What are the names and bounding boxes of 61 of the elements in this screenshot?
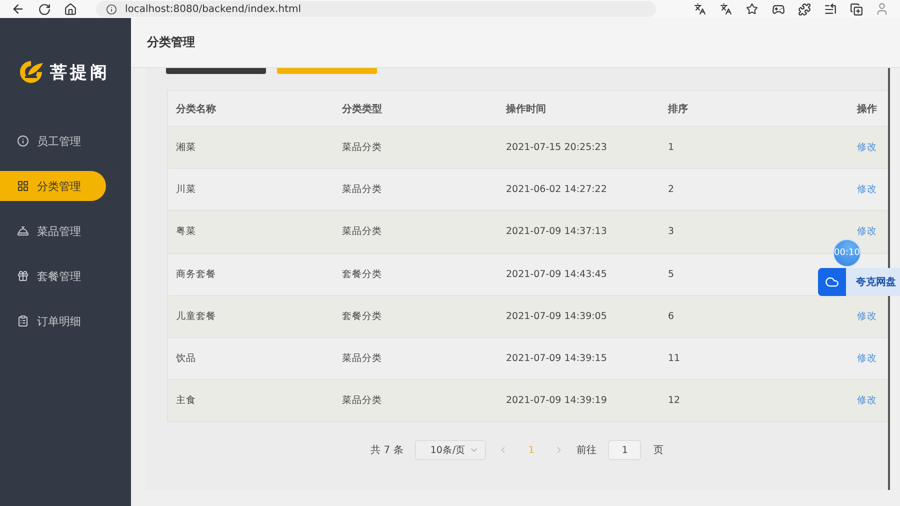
column-header: 分类名称 [174,102,217,116]
sidebar-item[interactable]: 分类管理 [0,171,106,201]
menu-icon [17,180,29,192]
table-cell-text: 2021-07-09 14:39:05 [505,310,608,322]
table-cell-text: 2021-07-09 14:39:15 [505,353,608,364]
table-cell-text: 菜品分类 [341,141,383,154]
sidebar-item[interactable]: 菜品管理 [0,216,106,246]
home-icon[interactable] [62,1,78,17]
goto-page-field[interactable]: 1 [608,440,642,460]
collections-icon[interactable] [848,1,864,17]
page-size-select[interactable]: 10条/页 [415,440,486,460]
page-unit: 页 [653,444,664,458]
menu-icon [17,315,29,327]
sidebar-item[interactable]: 套餐管理 [0,261,106,291]
table-cell-text: 主食 [175,394,197,408]
total-count: 共 7 条 [370,444,404,458]
column-header: 操作时间 [504,102,547,116]
sidebar-item[interactable]: 员工管理 [0,126,106,156]
column-header: 分类类型 [340,102,383,116]
favorite-icon[interactable] [744,1,760,17]
table-cell-text: 粤菜 [175,225,197,238]
menu-icon [17,270,29,282]
table-cell-text: 2021-07-15 20:25:23 [505,142,608,154]
table-cell-text: 6 [667,310,676,322]
address-bar[interactable]: localhost:8080/backend/index.html [96,1,656,17]
table-cell-text: 1 [667,142,676,154]
table-cell-text: 川菜 [175,183,197,196]
table-cell-text: 菜品分类 [341,225,383,238]
table-cell-text: 菜品分类 [341,183,383,196]
table-cell-text: 2021-07-09 14:43:45 [505,268,608,280]
table-cell-text: 菜品分类 [341,394,383,408]
table-cell-text: 2021-07-09 14:39:19 [505,395,608,406]
menu-icon [17,135,29,147]
brand-name: 菩提阁 [50,62,110,84]
page-title: 分类管理 [147,34,195,51]
column-header: 排序 [666,102,689,116]
table-cell-text: 湘菜 [175,141,197,154]
table-cell-text: 3 [667,226,676,238]
cloud-icon [818,268,846,296]
logo-icon [18,59,44,85]
table-cell-text: 菜品分类 [341,352,383,366]
extensions-icon[interactable] [796,1,812,17]
goto-label: 前往 [576,444,596,458]
column-header: 操作 [856,102,878,116]
table-cell-text: 12 [667,395,682,406]
table-cell-text: 商务套餐 [175,268,217,281]
table-cell-text: 饮品 [175,352,197,366]
sidebar-item[interactable]: 订单明细 [0,306,106,336]
table-cell-text: 套餐分类 [341,310,383,323]
favorites-list-icon[interactable] [822,1,838,17]
table-cell-text: 2 [667,184,676,196]
menu-icon [17,225,29,237]
cloud-drive-widget[interactable]: 夸克网盘 [818,268,900,296]
table-cell-text: 套餐分类 [341,268,383,281]
table-cell-text: 11 [667,353,682,364]
info-icon [106,4,117,14]
table-cell-text: 儿童套餐 [175,310,217,323]
table-cell-text: 5 [667,268,676,280]
table-cell-text: 2021-07-09 14:37:13 [505,226,608,238]
refresh-icon[interactable] [36,1,52,17]
table-cell-text: 2021-06-02 14:27:22 [505,184,608,196]
